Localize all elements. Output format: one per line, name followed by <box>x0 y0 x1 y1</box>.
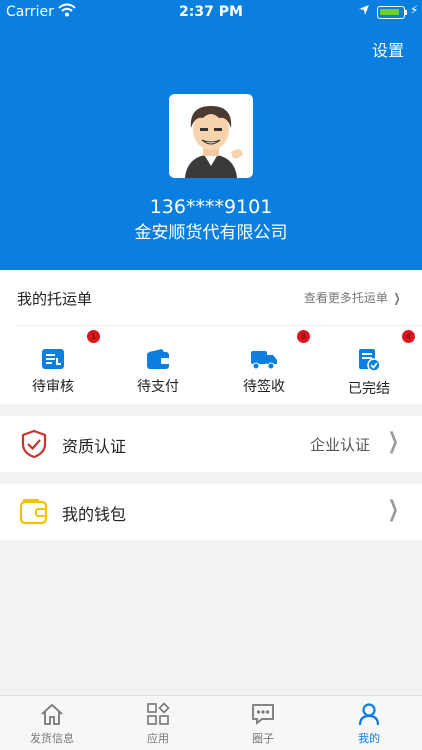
status-pending-signoff-label: 待签收 <box>243 379 285 395</box>
truck-icon <box>251 351 277 370</box>
wallet-icon <box>19 497 49 531</box>
charging-icon: ⚡ <box>410 3 419 17</box>
view-more-orders-link[interactable]: 查看更多托运单 ❯ <box>304 289 402 306</box>
completed-badge: 4 <box>402 330 415 343</box>
orders-section: 我的托运单 查看更多托运单 ❯ 待审核 1 待支付 待签收 8 已完结 4 <box>0 270 422 404</box>
status-completed-label: 已完结 <box>348 381 390 397</box>
tab-shipping-info[interactable]: 发货信息 <box>12 702 92 746</box>
tab-circle[interactable]: 圈子 <box>223 702 303 746</box>
status-pending-payment[interactable]: 待支付 <box>122 348 194 396</box>
qualification-label: 资质认证 <box>62 437 127 456</box>
wallet-card-icon <box>147 349 169 369</box>
settings-button[interactable]: 设置 <box>372 37 404 61</box>
chevron-right-icon: ❯ <box>393 291 401 305</box>
view-more-label: 查看更多托运单 <box>303 291 388 305</box>
status-completed[interactable]: 已完结 <box>333 348 405 398</box>
user-company: 金安顺货代有限公司 <box>134 223 288 243</box>
status-bar: Carrier 2:37 PM ⚡ <box>0 0 422 24</box>
orders-title: 我的托运单 <box>17 290 93 308</box>
wallet-label: 我的钱包 <box>62 505 127 524</box>
status-pending-review-label: 待审核 <box>32 379 74 395</box>
profile-header: Carrier 2:37 PM ⚡ 设置 136****9101 金安顺货代有限… <box>0 0 422 270</box>
home-icon <box>41 703 63 725</box>
qualification-value: 企业认证 <box>309 436 370 454</box>
completed-doc-icon <box>359 349 381 372</box>
chat-bubble-icon <box>252 704 274 725</box>
divider <box>17 325 422 326</box>
tab-bar: 发货信息 应用 圈子 我的 <box>0 695 422 750</box>
apps-grid-icon <box>147 702 170 725</box>
shield-icon <box>20 429 48 463</box>
status-pending-signoff[interactable]: 待签收 <box>228 348 300 396</box>
tab-mine-label: 我的 <box>358 732 380 745</box>
pending-review-badge: 1 <box>87 330 100 343</box>
qualification-row[interactable]: 资质认证 企业认证 ❯ <box>0 416 422 472</box>
tab-circle-label: 圈子 <box>252 732 274 745</box>
wallet-row[interactable]: 我的钱包 ❯ <box>0 484 422 540</box>
tab-apps-label: 应用 <box>147 732 169 745</box>
chevron-right-icon: ❯ <box>387 497 399 522</box>
pending-signoff-badge: 8 <box>297 330 310 343</box>
battery-icon <box>377 6 405 19</box>
tab-mine[interactable]: 我的 <box>329 702 409 746</box>
user-phone: 136****9101 <box>149 196 273 218</box>
person-icon <box>358 703 380 726</box>
battery-tip <box>405 10 407 15</box>
status-pending-review[interactable]: 待审核 <box>17 348 89 396</box>
avatar[interactable] <box>169 94 253 178</box>
tab-apps[interactable]: 应用 <box>118 702 198 746</box>
status-pending-payment-label: 待支付 <box>137 379 179 395</box>
review-icon <box>42 349 64 369</box>
chevron-right-icon: ❯ <box>387 429 399 454</box>
tab-shipping-info-label: 发货信息 <box>30 732 74 745</box>
location-arrow-icon <box>358 4 370 20</box>
